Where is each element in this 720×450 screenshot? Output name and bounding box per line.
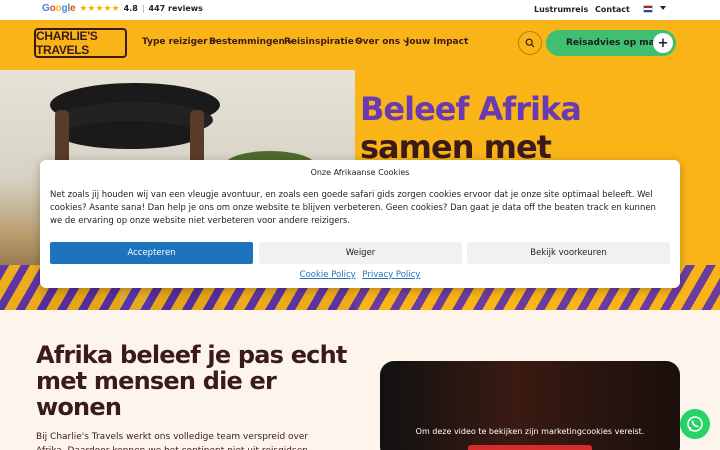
hero-title: Beleef Afrika samen met bbox=[360, 90, 582, 166]
main-nav: CHARLIE'S TRAVELS Type reiziger Bestemmi… bbox=[0, 20, 720, 70]
accept-marketing-cookies-button[interactable] bbox=[468, 445, 592, 450]
star-rating-icons: ★★★★★ bbox=[79, 3, 120, 14]
search-icon bbox=[525, 38, 535, 48]
nav-item-label: Bestemmingen bbox=[209, 37, 285, 47]
reisadvies-button[interactable]: Reisadvies op maat + bbox=[546, 30, 676, 56]
accept-button[interactable]: Accepteren bbox=[50, 242, 253, 264]
language-dropdown-icon[interactable] bbox=[660, 6, 666, 10]
privacy-policy-link[interactable]: Privacy Policy bbox=[362, 270, 420, 280]
contact-link[interactable]: Contact bbox=[595, 5, 630, 14]
cookie-dialog-text: Net zoals jij houden wij van een vleugje… bbox=[50, 190, 656, 226]
nav-item-label: Type reiziger bbox=[142, 37, 208, 47]
top-bar: Google ★★★★★ 4.8 | 447 reviews Lustrumre… bbox=[0, 0, 720, 20]
nav-item-label: Jouw Impact bbox=[406, 37, 469, 47]
nav-item-label: Reisinspiratie bbox=[284, 37, 354, 47]
nav-item-label: Over ons bbox=[355, 37, 401, 47]
section-title: Afrika beleef je pas echt met mensen die… bbox=[36, 341, 347, 421]
cookie-policy-link[interactable]: Cookie Policy bbox=[300, 270, 356, 280]
nav-item-bestemmingen[interactable]: Bestemmingen bbox=[209, 37, 294, 47]
plus-icon: + bbox=[653, 33, 673, 53]
logo[interactable]: CHARLIE'S TRAVELS bbox=[34, 28, 127, 58]
whatsapp-button[interactable] bbox=[680, 409, 710, 439]
google-letter: G bbox=[42, 3, 50, 14]
nav-item-reisinspiratie[interactable]: Reisinspiratie bbox=[284, 37, 363, 47]
lustrumreis-link[interactable]: Lustrumreis bbox=[534, 5, 588, 14]
nav-item-jouw-impact[interactable]: Jouw Impact bbox=[406, 37, 468, 47]
google-logo: Google bbox=[42, 3, 76, 14]
search-button[interactable] bbox=[518, 31, 542, 55]
whatsapp-icon bbox=[687, 416, 703, 432]
cta-label: Reisadvies op maat bbox=[566, 38, 666, 48]
google-rating[interactable]: Google ★★★★★ 4.8 | 447 reviews bbox=[42, 3, 203, 14]
deny-button[interactable]: Weiger bbox=[259, 242, 462, 264]
video-cookie-message: Om deze video te bekijken zijn marketing… bbox=[415, 427, 645, 436]
cookie-consent-dialog: Onze Afrikaanse Cookies Net zoals jij ho… bbox=[40, 160, 680, 288]
intro-section: Afrika beleef je pas echt met mensen die… bbox=[0, 310, 720, 450]
logo-text: CHARLIE'S TRAVELS bbox=[36, 29, 98, 57]
view-preferences-button[interactable]: Bekijk voorkeuren bbox=[467, 242, 670, 264]
google-letter: e bbox=[69, 3, 76, 14]
section-text: Bij Charlie's Travels werkt ons volledig… bbox=[36, 432, 311, 450]
review-count: 447 reviews bbox=[148, 4, 203, 13]
video-placeholder: Om deze video te bekijken zijn marketing… bbox=[380, 361, 680, 450]
cookie-dialog-title: Onze Afrikaanse Cookies bbox=[310, 168, 410, 177]
nl-flag-icon[interactable] bbox=[643, 5, 653, 13]
nav-item-over-ons[interactable]: Over ons bbox=[355, 37, 409, 47]
policy-links: Cookie Policy Privacy Policy bbox=[40, 270, 680, 280]
nav-item-type-reiziger[interactable]: Type reiziger bbox=[142, 37, 217, 47]
hero-title-line1: Beleef Afrika bbox=[360, 90, 582, 128]
rating-value: 4.8 bbox=[123, 4, 138, 13]
separator: | bbox=[141, 4, 145, 13]
